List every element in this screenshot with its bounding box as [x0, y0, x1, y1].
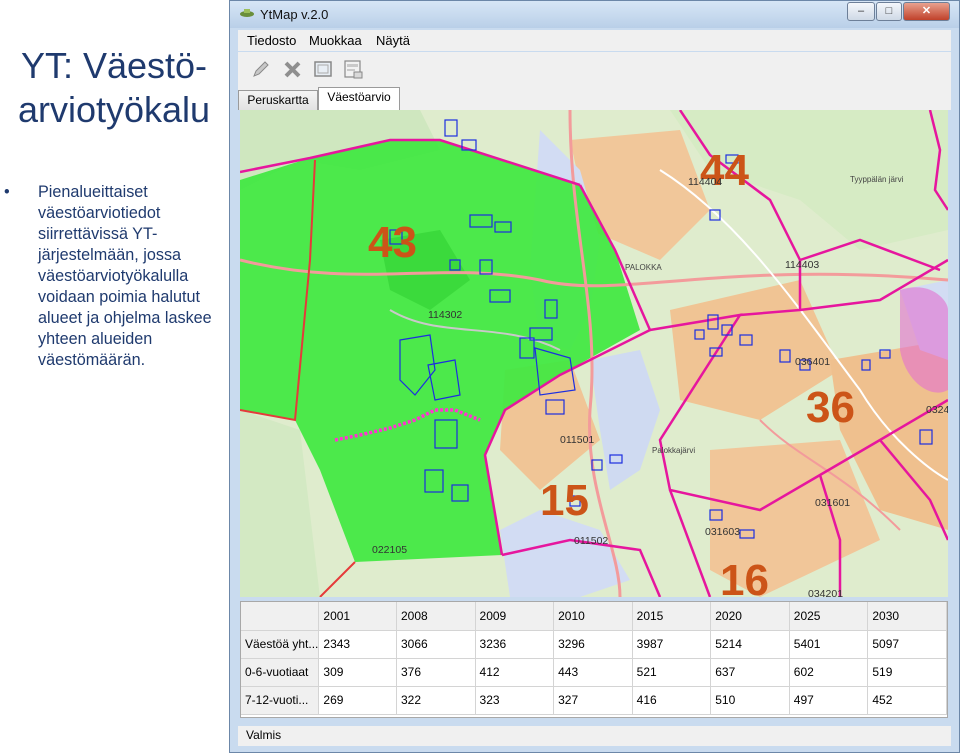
table-cell[interactable]: 412 — [475, 658, 555, 687]
area-code-label: 036401 — [795, 356, 830, 368]
area-number-36: 36 — [806, 383, 855, 432]
window-title: YtMap v.2.0 — [260, 7, 329, 22]
table-cell[interactable]: 269 — [318, 686, 397, 715]
table-cell[interactable]: 521 — [632, 658, 712, 687]
bullet-dot: • — [4, 183, 10, 201]
population-table: 2001 2008 2009 2010 2015 2020 2025 2030 … — [240, 601, 948, 718]
delete-icon[interactable] — [282, 58, 304, 80]
table-cell[interactable]: 327 — [553, 686, 633, 715]
table-cell[interactable]: 5401 — [789, 630, 869, 659]
slide-title: YT: Väestö-arviotyökalu — [17, 45, 211, 130]
area-code-label: 011501 — [560, 434, 594, 446]
pencil-icon[interactable] — [250, 58, 272, 80]
tab-peruskartta[interactable]: Peruskartta — [238, 90, 318, 110]
minimize-button[interactable]: – — [847, 2, 875, 21]
column-header[interactable]: 2008 — [396, 602, 476, 631]
table-cell[interactable]: 443 — [553, 658, 633, 687]
title-bar[interactable]: YtMap v.2.0 – □ ✕ — [230, 1, 959, 28]
area-number-15: 15 — [540, 476, 589, 525]
table-cell[interactable]: 497 — [789, 686, 869, 715]
status-bar: Valmis — [238, 726, 951, 746]
form-icon[interactable] — [342, 58, 364, 80]
area-number-16: 16 — [720, 556, 769, 597]
table-cell[interactable]: 5097 — [867, 630, 947, 659]
table-cell[interactable]: 637 — [710, 658, 790, 687]
area-code-label: 032401 — [926, 404, 948, 416]
area-code-label: 114302 — [428, 309, 462, 321]
table-cell[interactable]: 3236 — [475, 630, 555, 659]
map-view[interactable]: 43 44 15 36 16 114302 114403 114404 0221… — [240, 110, 948, 597]
table-cell[interactable]: 322 — [396, 686, 476, 715]
place-name-palokka: PALOKKA — [625, 263, 662, 272]
place-name-palokkajarvi: Palokkajärvi — [652, 446, 695, 455]
status-text: Valmis — [246, 728, 282, 742]
place-name-tyyppala: Tyyppälän järvi — [850, 175, 904, 184]
column-header — [241, 602, 320, 631]
column-header[interactable]: 2009 — [475, 602, 555, 631]
table-cell[interactable]: 519 — [867, 658, 947, 687]
menu-tiedosto[interactable]: Tiedosto — [247, 33, 296, 48]
close-button[interactable]: ✕ — [903, 2, 950, 21]
area-code-label: 011502 — [574, 535, 608, 547]
tab-bar: Peruskartta Väestöarvio — [238, 86, 951, 110]
tab-vaestoarvio[interactable]: Väestöarvio — [318, 87, 400, 110]
column-header[interactable]: 2010 — [553, 602, 633, 631]
row-label: 0-6-vuotiaat — [241, 658, 320, 687]
row-label: 7-12-vuoti... — [241, 686, 320, 715]
table-cell[interactable]: 3987 — [632, 630, 712, 659]
table-row[interactable]: Väestöä yht... 2343 3066 3236 3296 3987 … — [241, 630, 947, 659]
area-code-label: 114403 — [785, 259, 819, 271]
table-row[interactable]: 0-6-vuotiaat 309 376 412 443 521 637 602… — [241, 658, 947, 687]
maximize-button[interactable]: □ — [876, 2, 902, 21]
app-icon — [240, 9, 254, 17]
table-cell[interactable]: 3066 — [396, 630, 476, 659]
table-cell[interactable]: 323 — [475, 686, 555, 715]
area-code-label: 031601 — [815, 497, 850, 509]
table-header-row: 2001 2008 2009 2010 2015 2020 2025 2030 — [241, 602, 947, 631]
bullet-text: Pienalueittaiset väestöarviotiedot siirr… — [38, 183, 212, 369]
table-cell[interactable]: 3296 — [553, 630, 633, 659]
table-cell[interactable]: 309 — [318, 658, 397, 687]
population-grid: 2001 2008 2009 2010 2015 2020 2025 2030 … — [241, 602, 947, 715]
area-code-label: 034201 — [808, 588, 843, 597]
area-code-label: 114404 — [688, 176, 722, 188]
area-code-label: 031603 — [705, 526, 740, 538]
table-row[interactable]: 7-12-vuoti... 269 322 323 327 416 510 49… — [241, 686, 947, 715]
area-code-label: 022105 — [372, 544, 407, 556]
row-label: Väestöä yht... — [241, 630, 320, 659]
menu-nayta[interactable]: Näytä — [376, 33, 410, 48]
column-header[interactable]: 2015 — [632, 602, 712, 631]
column-header[interactable]: 2030 — [867, 602, 947, 631]
column-header[interactable]: 2020 — [710, 602, 790, 631]
toolbar — [238, 52, 951, 87]
table-cell[interactable]: 452 — [867, 686, 947, 715]
table-cell[interactable]: 2343 — [318, 630, 397, 659]
map-canvas[interactable]: 43 44 15 36 16 114302 114403 114404 0221… — [240, 110, 948, 597]
column-header[interactable]: 2001 — [318, 602, 397, 631]
fit-extent-icon[interactable] — [312, 58, 334, 80]
table-cell[interactable]: 602 — [789, 658, 869, 687]
table-cell[interactable]: 416 — [632, 686, 712, 715]
column-header[interactable]: 2025 — [789, 602, 869, 631]
menu-muokkaa[interactable]: Muokkaa — [309, 33, 362, 48]
menu-bar: Tiedosto Muokkaa Näytä — [238, 30, 951, 51]
table-cell[interactable]: 5214 — [710, 630, 790, 659]
area-number-43: 43 — [368, 218, 417, 267]
table-cell[interactable]: 376 — [396, 658, 476, 687]
table-cell[interactable]: 510 — [710, 686, 790, 715]
app-window: YtMap v.2.0 – □ ✕ Tiedosto Muokkaa Näytä… — [229, 0, 960, 753]
